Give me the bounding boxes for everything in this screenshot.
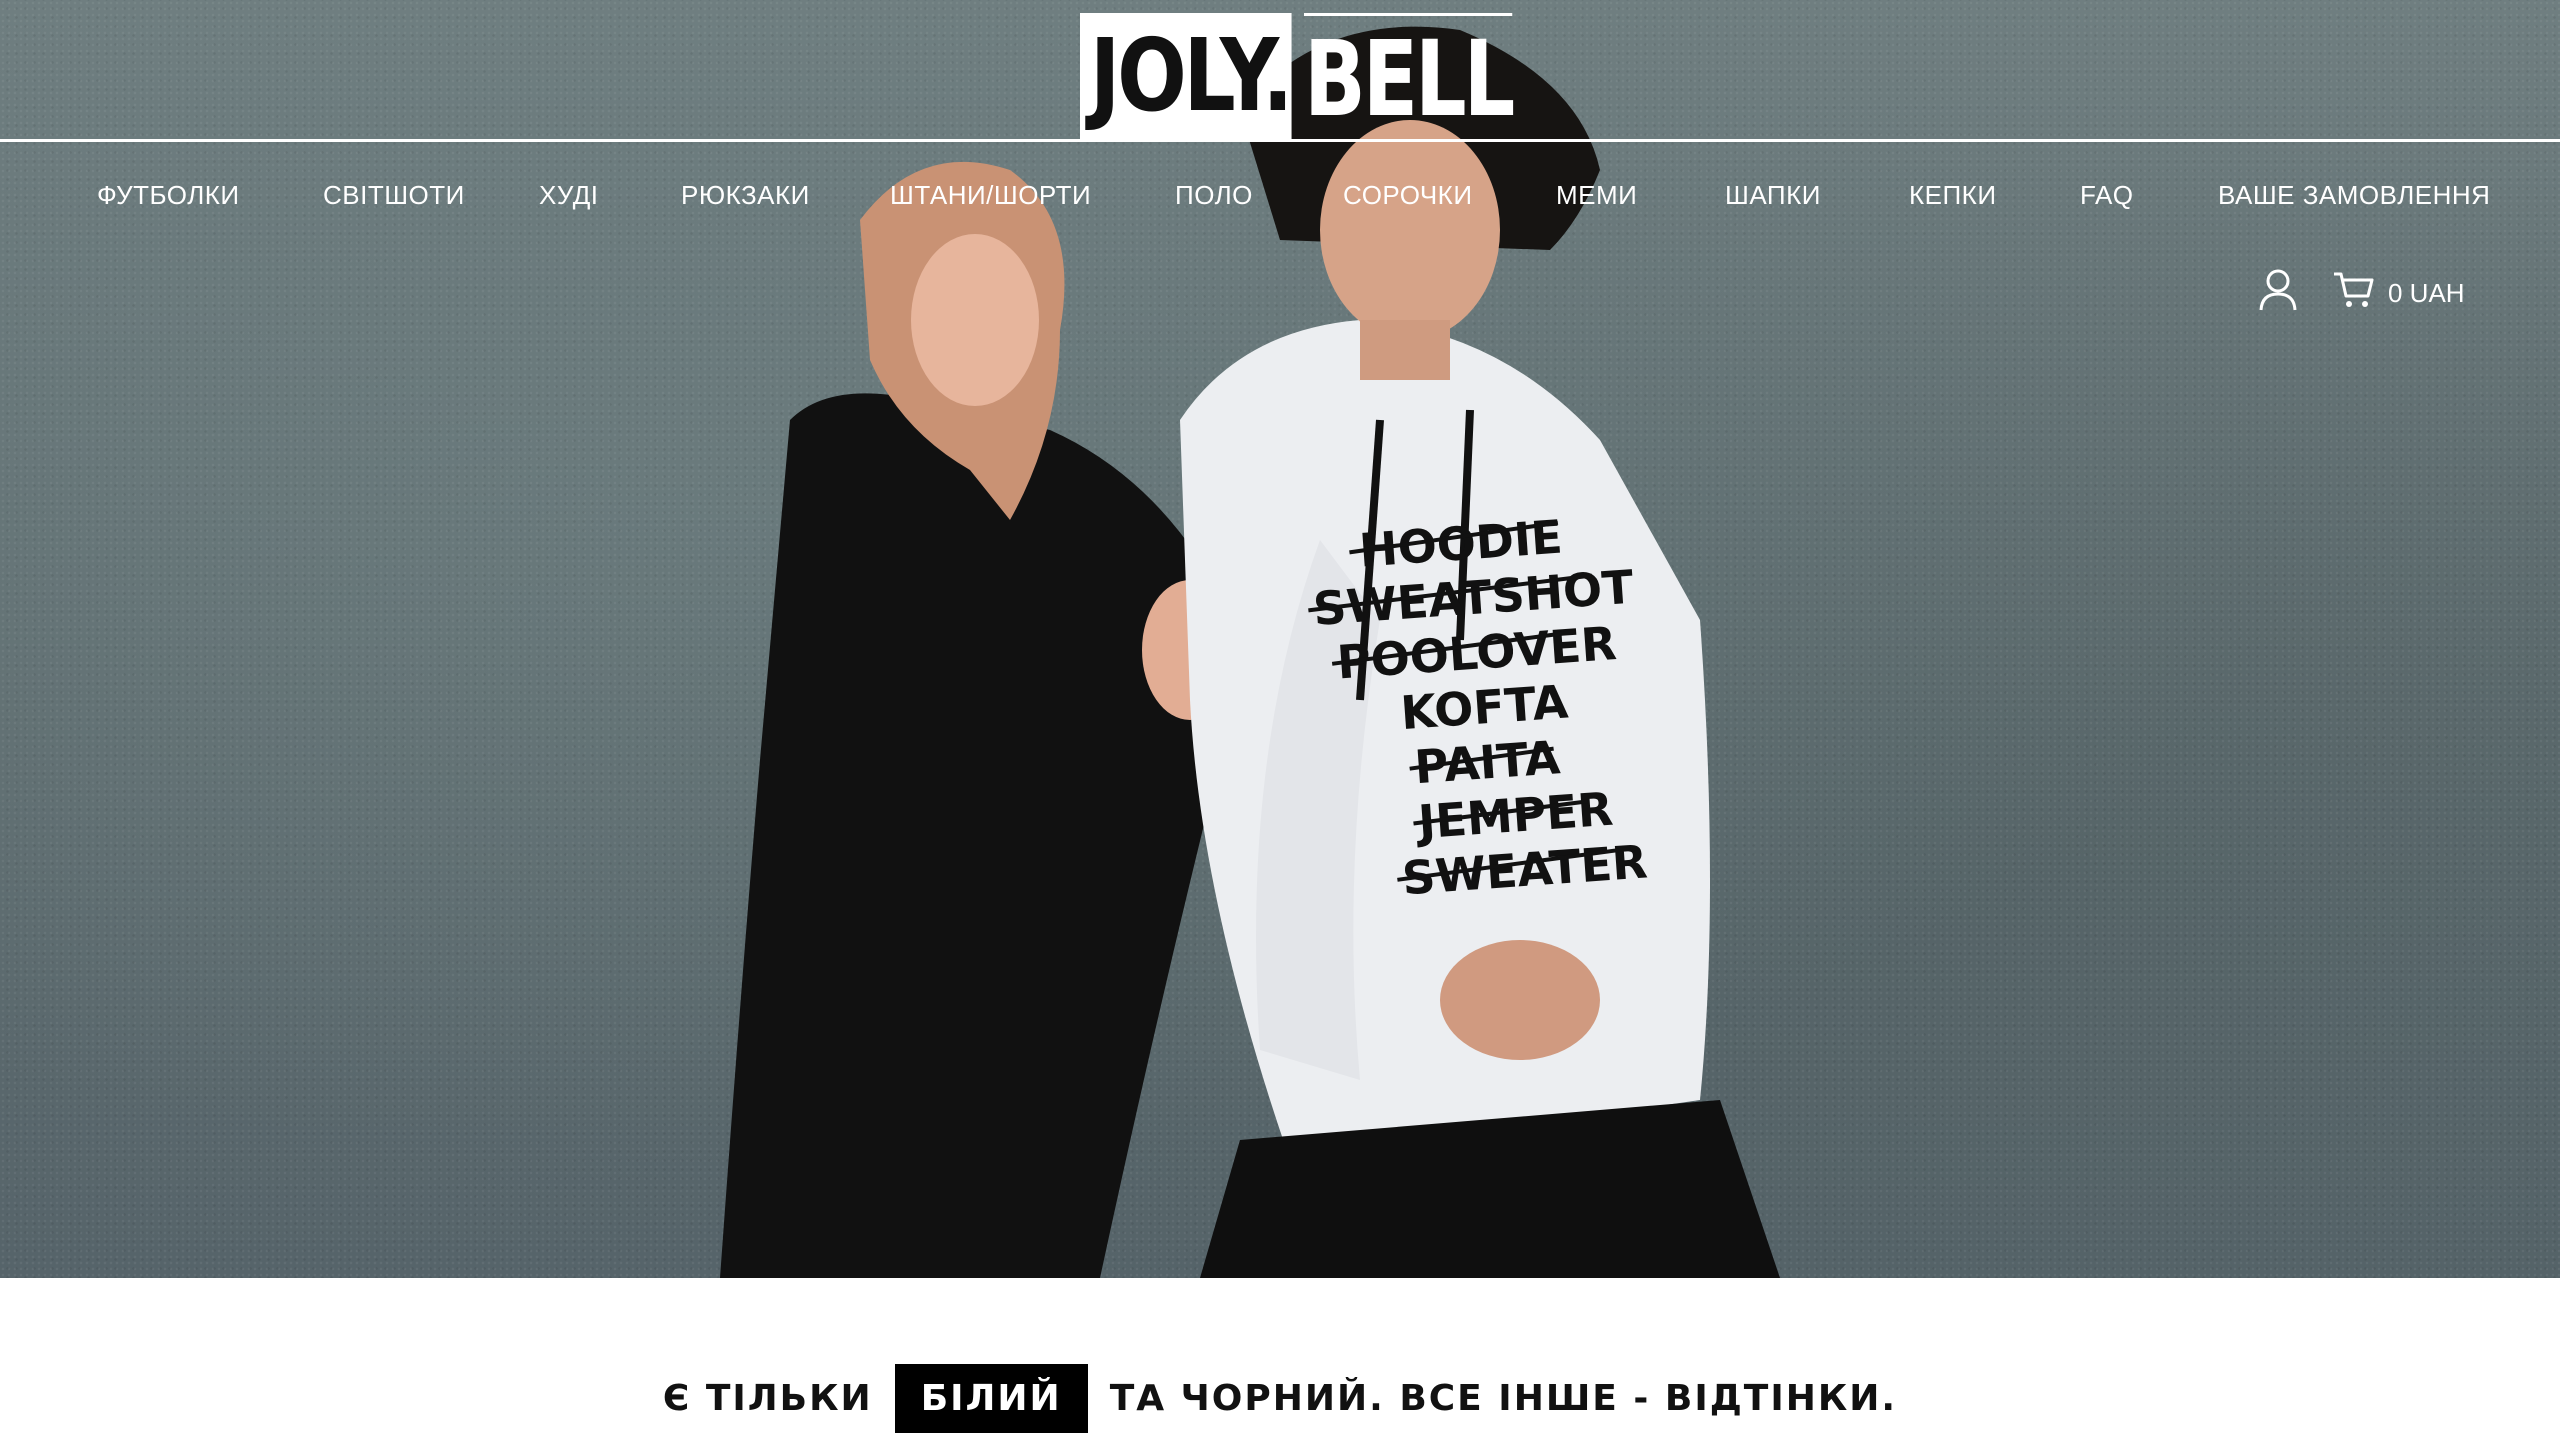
nav-item-faq[interactable]: FAQ: [2080, 180, 2134, 211]
user-icon[interactable]: [2258, 268, 2298, 312]
brand-tagline: Є ТІЛЬКИ БІЛИЙ ТА ЧОРНИЙ. ВСЕ ІНШЕ - ВІД…: [0, 1364, 2560, 1433]
logo-joly: JOLY.: [1080, 13, 1292, 139]
cart-icon[interactable]: [2332, 268, 2376, 312]
hero-banner: HOODIE SWEATSHOT POOLOVER KOFTA PAITA JE…: [0, 0, 2560, 1278]
nav-item-your-order[interactable]: ВАШЕ ЗАМОВЛЕННЯ: [2218, 180, 2490, 211]
logo-bell: BELL: [1304, 13, 1515, 140]
nav-item-polo[interactable]: ПОЛО: [1175, 180, 1253, 211]
brand-logo[interactable]: JOLY. BELL: [1080, 13, 1571, 140]
cart-total[interactable]: 0 UAH: [2388, 278, 2465, 309]
nav-item-tshirts[interactable]: ФУТБОЛКИ: [97, 180, 240, 211]
header-divider: [0, 139, 2560, 142]
tagline-part1: Є ТІЛЬКИ: [662, 1378, 873, 1419]
tagline-highlight: БІЛИЙ: [894, 1364, 1088, 1433]
main-nav: ФУТБОЛКИ СВІТШОТИ ХУДІ РЮКЗАКИ ШТАНИ/ШОР…: [0, 180, 2560, 220]
nav-item-hats[interactable]: ШАПКИ: [1725, 180, 1821, 211]
nav-item-shirts[interactable]: СОРОЧКИ: [1343, 180, 1473, 211]
nav-item-caps[interactable]: КЕПКИ: [1909, 180, 1997, 211]
nav-item-pants-shorts[interactable]: ШТАНИ/ШОРТИ: [890, 180, 1091, 211]
nav-item-sweatshirts[interactable]: СВІТШОТИ: [323, 180, 465, 211]
hoodie-print-line: PAITA: [1413, 730, 1562, 794]
tagline-part2: ТА ЧОРНИЙ. ВСЕ ІНШЕ - ВІДТІНКИ.: [1109, 1378, 1898, 1419]
nav-item-backpacks[interactable]: РЮКЗАКИ: [681, 180, 810, 211]
nav-item-memes[interactable]: МЕМИ: [1556, 180, 1637, 211]
nav-item-hoodies[interactable]: ХУДІ: [539, 180, 599, 211]
